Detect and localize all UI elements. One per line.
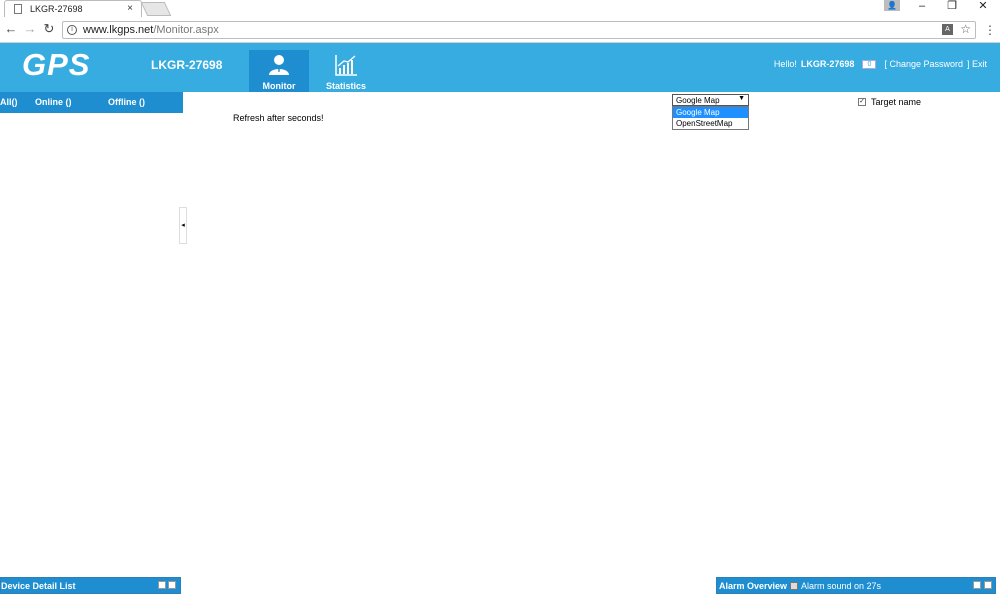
gps-logo: GPS: [22, 47, 91, 82]
hello-text: Hello!: [773, 59, 797, 69]
url-host: www.lkgps.net: [83, 24, 154, 36]
alarm-sound-toggle: Alarm sound on 27s: [790, 581, 881, 591]
device-detail-title: Device Detail List: [1, 581, 76, 591]
alarm-sound-label: Alarm sound on 27s: [801, 581, 882, 591]
forward-arrow-icon[interactable]: →: [23, 22, 37, 38]
account-name: LKGR-27698: [151, 58, 223, 72]
tab-close-icon[interactable]: ×: [127, 3, 133, 14]
profile-icon[interactable]: 👤: [884, 0, 900, 11]
user-icon: [269, 55, 289, 75]
target-name-toggle: ✓ Target name: [858, 97, 921, 107]
tab-statistics[interactable]: Statistics: [316, 50, 376, 92]
map-select-value: Google Map: [676, 96, 720, 105]
exit-link[interactable]: ] Exit: [967, 59, 987, 69]
map-type-select[interactable]: Google Map ▼: [672, 94, 749, 106]
filter-offline[interactable]: Offline (): [108, 97, 145, 107]
browser-tab-strip: LKGR-27698 × 👤 – ❐ ✕: [0, 0, 1000, 17]
filter-online[interactable]: Online (): [35, 97, 72, 107]
chart-icon: [335, 55, 357, 76]
browser-tab[interactable]: LKGR-27698 ×: [4, 0, 142, 17]
tab-monitor-label: Monitor: [262, 81, 296, 91]
alarm-sound-checkbox[interactable]: [790, 582, 798, 590]
minimize-panel-icon[interactable]: [158, 581, 166, 589]
reload-icon[interactable]: ↻: [42, 22, 56, 38]
browser-menu-icon[interactable]: ⋮: [984, 23, 996, 37]
user-area: Hello! LKGR-27698 0 [ Change Password ] …: [774, 59, 987, 69]
alarm-overview-bar: Alarm Overview Alarm sound on 27s: [716, 577, 996, 594]
device-filter-bar: All() Online () Offline (): [0, 92, 183, 113]
minimize-panel-icon[interactable]: [973, 581, 981, 589]
minimize-button[interactable]: –: [913, 0, 931, 14]
filter-all[interactable]: All(): [0, 97, 18, 107]
target-name-checkbox[interactable]: ✓: [858, 98, 866, 106]
url-text: www.lkgps.net/Monitor.aspx: [83, 24, 219, 36]
info-icon[interactable]: i: [67, 25, 77, 35]
app-header: GPS LKGR-27698 Monitor Statistics Hello!…: [0, 43, 1000, 92]
bookmark-star-icon[interactable]: ☆: [960, 22, 971, 36]
map-type-dropdown: Google Map OpenStreetMap: [672, 106, 749, 130]
new-tab-button[interactable]: [140, 2, 172, 16]
alarm-overview-title: Alarm Overview: [719, 581, 788, 591]
url-path: /Monitor.aspx: [153, 24, 219, 36]
close-window-button[interactable]: ✕: [974, 0, 992, 14]
tab-title: LKGR-27698: [30, 4, 83, 14]
map-option-openstreetmap[interactable]: OpenStreetMap: [673, 118, 748, 129]
translate-icon[interactable]: A: [942, 24, 953, 35]
device-detail-bar: Device Detail List: [0, 577, 181, 594]
map-option-google[interactable]: Google Map: [673, 107, 748, 118]
url-bar[interactable]: i www.lkgps.net/Monitor.aspx A ☆: [62, 21, 976, 39]
tab-monitor[interactable]: Monitor: [249, 50, 309, 92]
collapse-panel-handle[interactable]: ◂: [179, 207, 187, 244]
target-name-label: Target name: [871, 97, 922, 107]
document-icon: [14, 4, 22, 14]
back-arrow-icon[interactable]: ←: [4, 22, 18, 38]
restore-button[interactable]: ❐: [943, 0, 961, 14]
maximize-panel-icon[interactable]: [984, 581, 992, 589]
chevron-down-icon: ▼: [738, 95, 745, 102]
username: LKGR-27698: [800, 59, 855, 69]
maximize-panel-icon[interactable]: [168, 581, 176, 589]
refresh-notice: Refresh after seconds!: [233, 113, 324, 123]
address-toolbar: ← → ↻ i www.lkgps.net/Monitor.aspx A ☆ ⋮: [0, 17, 1000, 43]
message-count-badge[interactable]: 0: [862, 59, 877, 69]
tab-statistics-label: Statistics: [325, 81, 367, 91]
change-password-link[interactable]: [ Change Password: [884, 59, 963, 69]
